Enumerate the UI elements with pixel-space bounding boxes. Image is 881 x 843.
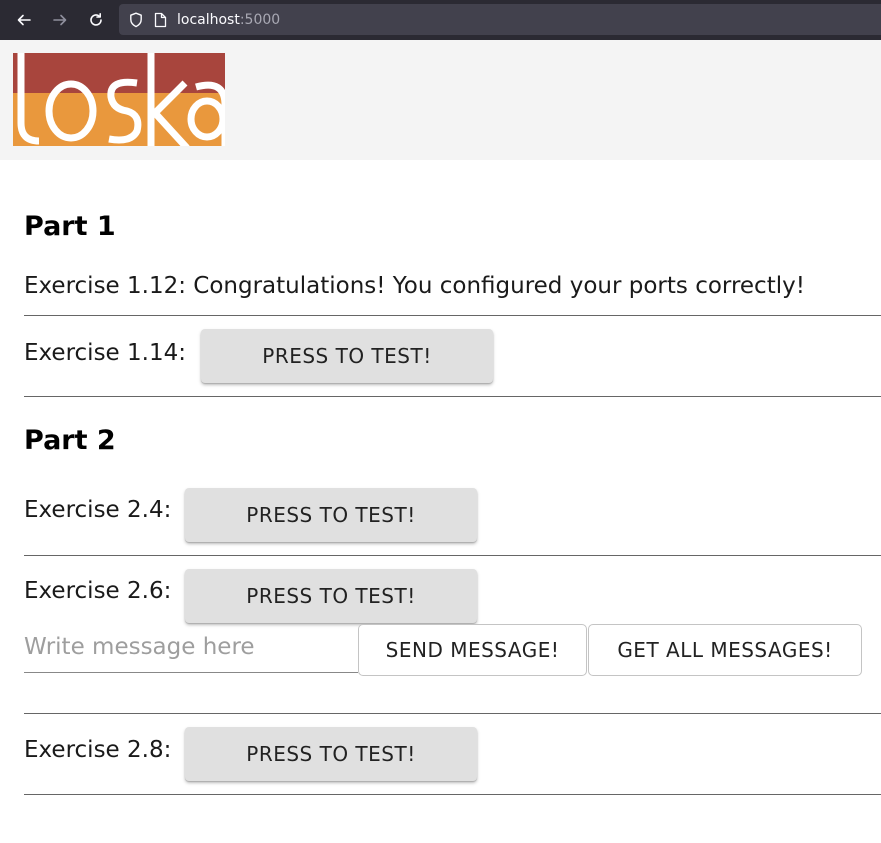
part1-title: Part 1 <box>24 211 116 242</box>
back-button[interactable] <box>6 0 42 40</box>
exercise-2-4-label: Exercise 2.4: <box>24 497 172 523</box>
page-icon <box>149 4 171 35</box>
divider <box>24 794 881 795</box>
browser-toolbar: localhost:5000 <box>0 0 881 40</box>
exercise-2-8-test-button[interactable]: PRESS TO TEST! <box>185 727 477 781</box>
divider <box>24 315 881 316</box>
url-port: :5000 <box>239 11 281 28</box>
reload-icon <box>90 13 102 26</box>
part2-title: Part 2 <box>24 425 116 456</box>
url-host: localhost <box>177 11 240 28</box>
toska-logo <box>13 53 225 146</box>
exercise-1-12-label: Exercise 1.12: Congratulations! You conf… <box>24 273 805 299</box>
send-message-button[interactable]: SEND MESSAGE! <box>358 624 587 676</box>
exercise-2-6-test-button[interactable]: PRESS TO TEST! <box>185 569 477 623</box>
message-input[interactable] <box>24 622 358 673</box>
get-all-messages-button[interactable]: GET ALL MESSAGES! <box>588 624 862 676</box>
forward-button[interactable] <box>42 0 78 40</box>
exercise-1-14-label: Exercise 1.14: <box>24 340 186 366</box>
exercise-2-8-label: Exercise 2.8: <box>24 737 172 763</box>
url-text: localhost:5000 <box>177 12 280 28</box>
exercise-1-14-test-button[interactable]: PRESS TO TEST! <box>201 329 493 383</box>
divider <box>24 713 881 714</box>
exercise-2-6-label: Exercise 2.6: <box>24 578 172 604</box>
arrow-left-icon <box>17 14 31 26</box>
exercise-2-4-test-button[interactable]: PRESS TO TEST! <box>185 488 477 542</box>
arrow-right-icon <box>53 14 67 26</box>
app-header <box>0 40 881 160</box>
divider <box>24 555 881 556</box>
address-bar[interactable]: localhost:5000 <box>119 4 881 35</box>
divider <box>24 396 881 397</box>
shield-icon[interactable] <box>125 4 147 35</box>
reload-button[interactable] <box>78 0 114 40</box>
